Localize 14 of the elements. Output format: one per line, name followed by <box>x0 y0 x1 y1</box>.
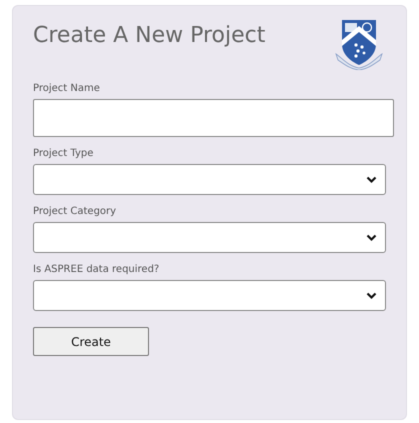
create-button[interactable]: Create <box>33 327 149 356</box>
chevron-down-icon <box>366 292 377 300</box>
field-label: Project Type <box>33 147 94 161</box>
text-field[interactable] <box>33 99 394 137</box>
form-title: Create A New Project <box>33 22 266 50</box>
chevron-down-icon <box>366 234 377 242</box>
field-label: Project Name <box>33 82 101 96</box>
select-field[interactable] <box>33 164 386 195</box>
field-label: Project Category <box>33 205 118 219</box>
crest-logo-icon <box>334 18 384 70</box>
field-label: Is ASPREE data required? <box>33 263 160 277</box>
select-field[interactable] <box>33 280 386 311</box>
chevron-down-icon <box>366 176 377 184</box>
select-field[interactable] <box>33 222 386 253</box>
